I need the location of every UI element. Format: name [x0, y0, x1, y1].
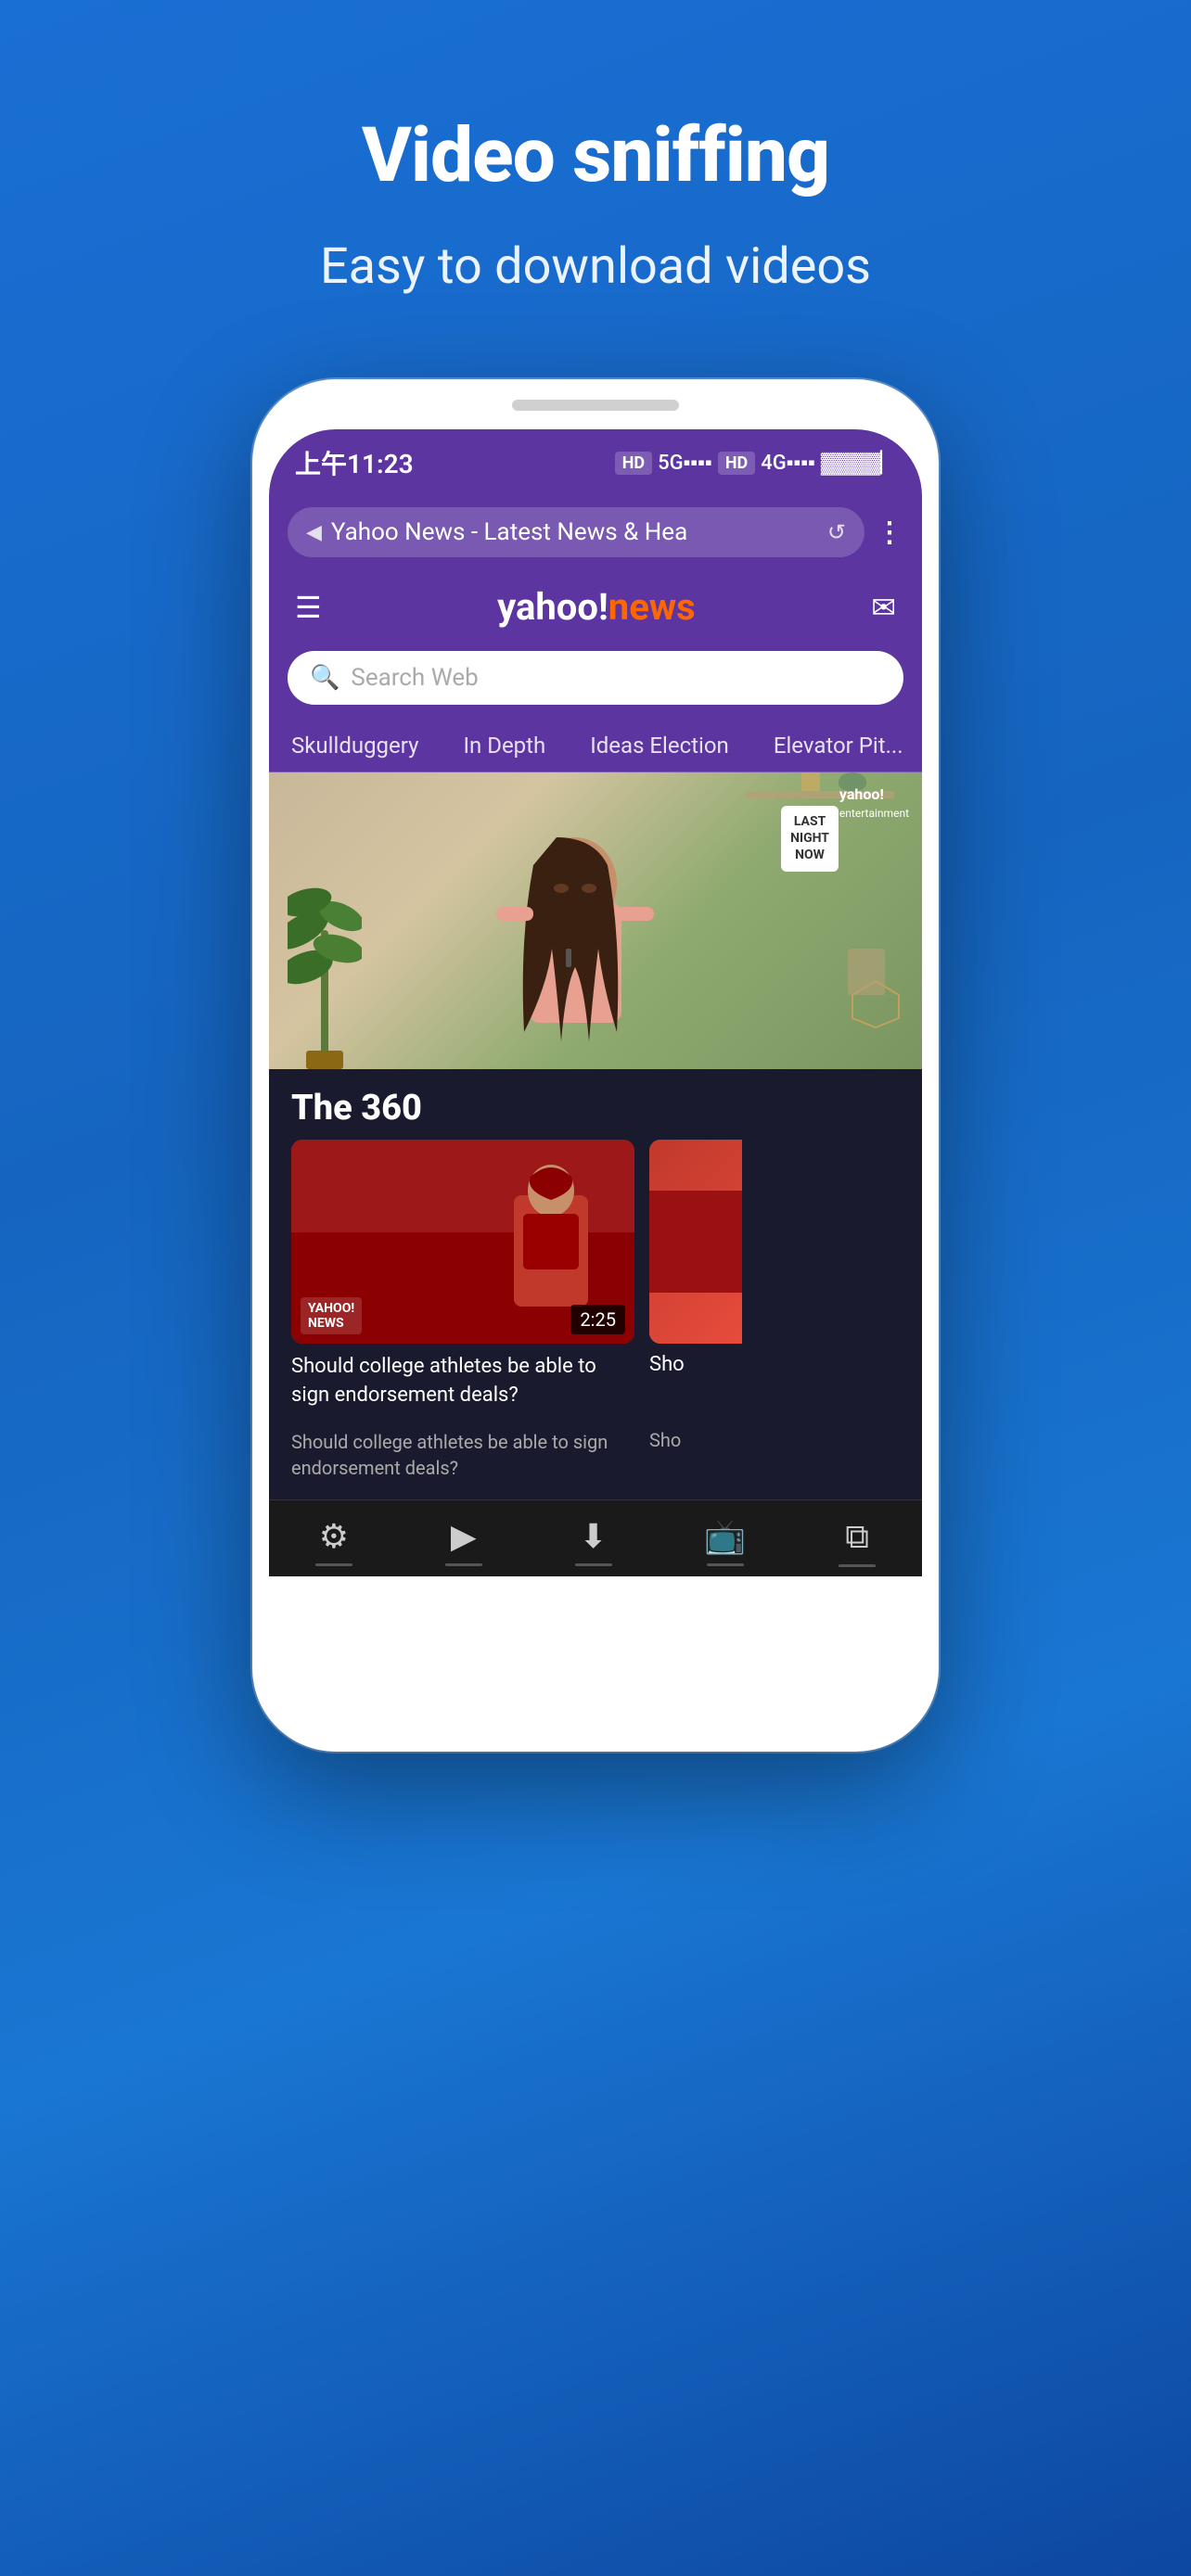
toolbar-indicator-4 [707, 1563, 744, 1566]
tab-skullduggery[interactable]: Skullduggery [269, 720, 441, 772]
search-icon: 🔍 [310, 664, 339, 692]
phone-mockup: 上午11:23 HD 5G▪▪▪▪ HD 4G▪▪▪▪ ▓▓▓▓▏ ◀ Yaho… [252, 379, 939, 1752]
video-duration: 2:25 [570, 1305, 625, 1334]
card-subtitles: Should college athletes be able to sign … [269, 1429, 922, 1499]
video-card-1[interactable]: SHOULD COLLEGE ATHLETES BE ABLE TO SIGN … [291, 1140, 634, 1410]
yahoo-logo: yahoo!news [497, 585, 696, 629]
status-icons: HD 5G▪▪▪▪ HD 4G▪▪▪▪ ▓▓▓▓▏ [615, 451, 896, 475]
phone-notch [512, 400, 679, 411]
toolbar-settings[interactable]: ⚙ [315, 1517, 352, 1566]
hd-badge-2: HD [718, 452, 755, 475]
url-bar: ◀ Yahoo News - Latest News & Hea ↺ ⋮ [269, 496, 922, 572]
hero-video[interactable]: LASTNIGHTNOW yahoo! entertainment [269, 772, 922, 1069]
video-thumb-partial [649, 1140, 742, 1344]
status-time: 上午11:23 [295, 444, 414, 481]
mail-icon[interactable]: ✉ [871, 590, 896, 625]
more-menu-icon[interactable]: ⋮ [876, 516, 903, 549]
subtitle-1: Should college athletes be able to sign … [291, 1429, 634, 1481]
toolbar-copy[interactable]: ⧉ [839, 1517, 876, 1567]
toolbar-indicator-5 [839, 1564, 876, 1567]
network-5g: 5G▪▪▪▪ [658, 451, 712, 475]
content-area: The 360 [269, 1069, 922, 1499]
plant-svg [288, 856, 362, 1069]
reload-icon[interactable]: ↺ [827, 519, 846, 545]
phone-screen: 上午11:23 HD 5G▪▪▪▪ HD 4G▪▪▪▪ ▓▓▓▓▏ ◀ Yaho… [269, 429, 922, 1735]
yahoo-news-badge: YAHOO!NEWS [301, 1297, 362, 1334]
nav-tabs: Skullduggery In Depth Ideas Election Ele… [269, 720, 922, 772]
video-thumb-1: SHOULD COLLEGE ATHLETES BE ABLE TO SIGN … [291, 1140, 634, 1344]
tab-elevator[interactable]: Elevator Pit... [751, 720, 922, 772]
video-card-title: Should college athletes be able to sign … [291, 1353, 634, 1410]
toolbar-cast[interactable]: 📺 [704, 1517, 746, 1566]
status-bar: 上午11:23 HD 5G▪▪▪▪ HD 4G▪▪▪▪ ▓▓▓▓▏ [269, 429, 922, 496]
tab-in-depth[interactable]: In Depth [441, 720, 568, 772]
toolbar-indicator-2 [445, 1563, 482, 1566]
yahoo-news-header: ☰ yahoo!news ✉ [269, 572, 922, 642]
play-icon: ▶ [451, 1517, 477, 1556]
vase-item [848, 949, 885, 995]
section-title: The 360 [269, 1069, 922, 1140]
hd-badge-1: HD [615, 452, 652, 475]
subtitle-2: Sho [649, 1429, 742, 1481]
download-icon: ⬇ [579, 1517, 607, 1556]
toolbar-indicator-1 [315, 1563, 352, 1566]
toolbar-download[interactable]: ⬇ [575, 1517, 612, 1566]
settings-icon: ⚙ [319, 1517, 349, 1556]
page-subtitle: Easy to download videos [320, 237, 871, 296]
tab-ideas-election[interactable]: Ideas Election [568, 720, 751, 772]
page-title: Video sniffing [362, 111, 829, 200]
nav-icon: ◀ [306, 521, 322, 544]
battery-icon: ▓▓▓▓▏ [821, 451, 896, 475]
network-4g: 4G▪▪▪▪ [761, 451, 815, 475]
video-card-2-partial: Sho [649, 1140, 742, 1410]
url-text: Yahoo News - Latest News & Hea [331, 518, 818, 546]
decor-item [801, 772, 820, 791]
toolbar-play[interactable]: ▶ [445, 1517, 482, 1566]
search-placeholder: Search Web [351, 664, 478, 692]
last-night-now-sign: LASTNIGHTNOW [781, 806, 839, 872]
phone-body: 上午11:23 HD 5G▪▪▪▪ HD 4G▪▪▪▪ ▓▓▓▓▏ ◀ Yaho… [252, 379, 939, 1752]
bottom-toolbar: ⚙ ▶ ⬇ 📺 ⧉ [269, 1499, 922, 1576]
toolbar-indicator-3 [575, 1563, 612, 1566]
cast-icon: 📺 [704, 1517, 746, 1556]
video-cards-row: SHOULD COLLEGE ATHLETES BE ABLE TO SIGN … [269, 1140, 922, 1429]
hamburger-menu-icon[interactable]: ☰ [295, 590, 322, 625]
person-figure [473, 800, 677, 1069]
yahoo-entertainment-badge: yahoo! entertainment [839, 785, 909, 821]
copy-icon: ⧉ [845, 1517, 869, 1557]
partial-card-title: Sho [649, 1353, 742, 1376]
search-bar-container: 🔍 Search Web [269, 642, 922, 720]
search-input[interactable]: 🔍 Search Web [288, 651, 903, 705]
url-input[interactable]: ◀ Yahoo News - Latest News & Hea ↺ [288, 507, 864, 557]
